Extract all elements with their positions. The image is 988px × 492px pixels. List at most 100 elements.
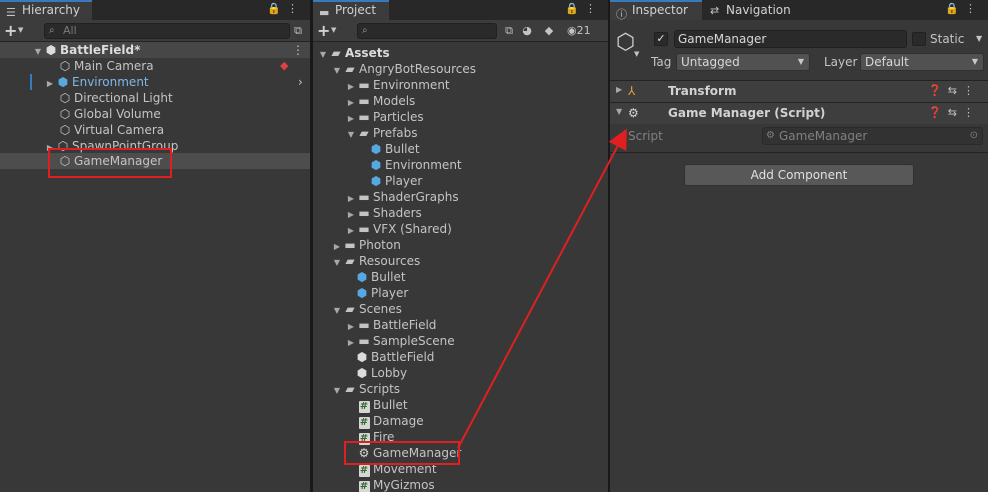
add-component-button[interactable]: Add Component: [684, 164, 914, 186]
tree-item-battlefield-folder[interactable]: ▶ ▬ BattleField: [345, 317, 437, 333]
tree-item-prefab-player[interactable]: ⬢ Player: [369, 173, 423, 189]
inspector-panel: ⓘ Inspector ⇄ Navigation 🔒⋮ ⬡ ▼ ✓ GameMa…: [610, 0, 988, 492]
tree-item-resource-player[interactable]: ⬢ Player: [355, 285, 409, 301]
hierarchy-item-environment[interactable]: ▶ ⬢ Environment: [44, 74, 149, 90]
tree-item-prefab-environment[interactable]: ⬢ Environment: [369, 157, 462, 173]
expand-arrow-icon[interactable]: ▶: [44, 76, 56, 92]
expand-arrow-icon[interactable]: ▼: [331, 383, 343, 399]
hierarchy-item-global-volume[interactable]: ⬡ Global Volume: [58, 106, 161, 122]
expand-arrow-icon[interactable]: ▼: [345, 127, 357, 143]
tree-item-scenes[interactable]: ▼ ▰ Scenes: [331, 301, 402, 317]
tree-item-samplescene[interactable]: ▶ ▬ SampleScene: [345, 333, 455, 349]
expand-arrow-icon[interactable]: ▼: [32, 44, 44, 60]
tree-item-shaders[interactable]: ▶ ▬ Shaders: [345, 205, 422, 221]
help-icon[interactable]: ❓: [928, 106, 948, 119]
tree-item-angrybotresources[interactable]: ▼ ▰ AngryBotResources: [331, 61, 476, 77]
script-label: Script: [628, 129, 663, 143]
prefab-override-bar: [30, 74, 32, 90]
tree-item-script-damage[interactable]: # Damage: [357, 413, 424, 429]
tab-project[interactable]: ▬ Project: [313, 0, 389, 20]
object-name-field[interactable]: GameManager: [674, 30, 907, 48]
expand-arrow-icon[interactable]: ▶: [616, 85, 622, 94]
prefab-icon: ⬢: [370, 174, 382, 188]
label-filter-icon[interactable]: ◆: [541, 23, 557, 39]
tree-item-script-bullet[interactable]: # Bullet: [357, 397, 408, 413]
tree-item-scripts[interactable]: ▼ ▰ Scripts: [331, 381, 400, 397]
project-tab-tools: 🔒⋮: [565, 2, 602, 15]
scene-more-icon[interactable]: ⋮: [292, 42, 304, 58]
more-icon[interactable]: ⋮: [965, 2, 982, 15]
tree-item-shadergraphs[interactable]: ▶ ▬ ShaderGraphs: [345, 189, 459, 205]
tree-item-prefabs[interactable]: ▼ ▰ Prefabs: [345, 125, 418, 141]
tree-item-prefab-bullet[interactable]: ⬢ Bullet: [369, 141, 420, 157]
chevron-down-icon[interactable]: ▼: [634, 50, 639, 58]
create-button[interactable]: +: [317, 21, 330, 40]
tree-item-models[interactable]: ▶ ▬ Models: [345, 93, 415, 109]
transform-component-header[interactable]: ▶ ⅄ Transform ❓⇆⋮: [610, 80, 988, 102]
gamemanager-component-header[interactable]: ▼ ⚙ Game Manager (Script) ❓⇆⋮: [610, 102, 988, 124]
layer-dropdown[interactable]: Default ▼: [860, 53, 984, 71]
project-toolbar: + ▼ ⌕ ⧉ ◕ ◆ ◉21: [313, 20, 608, 42]
search-filter-icon[interactable]: ⧉: [501, 23, 517, 39]
tag-dropdown[interactable]: Untagged ▼: [676, 53, 810, 71]
tree-item-resource-bullet[interactable]: ⬢ Bullet: [355, 269, 406, 285]
tree-item-resources[interactable]: ▼ ▰ Resources: [331, 253, 420, 269]
gameobject-icon: ⬡: [59, 59, 71, 73]
tree-item-particles[interactable]: ▶ ▬ Particles: [345, 109, 424, 125]
hierarchy-item-virtual-camera[interactable]: ⬡ Virtual Camera: [58, 122, 164, 138]
prefab-icon: ⬢: [356, 270, 368, 284]
tab-navigation[interactable]: ⇄ Navigation: [704, 0, 804, 20]
search-filter-icon[interactable]: ⧉: [290, 23, 306, 39]
create-button[interactable]: +: [4, 21, 17, 40]
hierarchy-item-main-camera[interactable]: ⬡ Main Camera: [58, 58, 154, 74]
hierarchy-search-input[interactable]: ⌕ All: [44, 23, 290, 39]
chevron-down-icon: ▼: [331, 26, 337, 34]
presets-icon[interactable]: ⇆: [948, 84, 963, 97]
tree-item-photon[interactable]: ▶ ▬ Photon: [331, 237, 401, 253]
tree-item-vfx-shared[interactable]: ▶ ▬ VFX (Shared): [345, 221, 452, 237]
expand-arrow-icon[interactable]: ▼: [331, 63, 343, 79]
expand-arrow-icon[interactable]: ▼: [331, 255, 343, 271]
script-object-field: ⚙ GameManager ⊙: [762, 127, 983, 145]
lock-icon[interactable]: 🔒: [565, 2, 585, 15]
inspector-tabbar: ⓘ Inspector ⇄ Navigation 🔒⋮: [610, 0, 988, 21]
search-icon: ⌕: [362, 25, 368, 36]
scene-row[interactable]: ▼ ⬢ BattleField*: [32, 42, 140, 58]
static-dropdown-icon[interactable]: ▼: [976, 34, 982, 43]
expand-arrow-icon[interactable]: ▼: [616, 107, 622, 116]
prefab-icon: ⬢: [370, 158, 382, 172]
active-checkbox[interactable]: ✓: [654, 32, 668, 46]
presets-icon[interactable]: ⇆: [948, 106, 963, 119]
tab-inspector[interactable]: ⓘ Inspector: [610, 0, 702, 21]
tree-item-battlefield-scene[interactable]: ⬢ BattleField: [355, 349, 435, 365]
hierarchy-item-directional-light[interactable]: ⬡ Directional Light: [58, 90, 173, 106]
divider: [610, 152, 988, 153]
help-icon[interactable]: ❓: [928, 84, 948, 97]
static-checkbox[interactable]: [912, 32, 926, 46]
folder-icon: ▬: [358, 334, 370, 348]
expand-arrow-icon[interactable]: ▼: [331, 303, 343, 319]
more-icon[interactable]: ⋮: [585, 2, 602, 15]
tree-item-script-mygizmos[interactable]: # MyGizmos: [357, 477, 435, 492]
type-filter-icon[interactable]: ◕: [519, 23, 535, 39]
more-icon[interactable]: ⋮: [287, 2, 304, 15]
hidden-packages-toggle[interactable]: ◉21: [567, 23, 605, 39]
hierarchy-tabbar: ☰ Hierarchy 🔒⋮: [0, 0, 310, 20]
tab-hierarchy[interactable]: ☰ Hierarchy: [0, 0, 92, 20]
tree-item-lobby-scene[interactable]: ⬢ Lobby: [355, 365, 407, 381]
navigation-icon: ⇄: [710, 4, 720, 17]
tree-item-assets[interactable]: ▼ ▰ Assets: [317, 45, 390, 61]
chevron-right-icon[interactable]: ›: [298, 74, 303, 90]
more-icon[interactable]: ⋮: [963, 84, 980, 97]
hierarchy-toolbar: + ▼ ⌕ All ⧉: [0, 20, 310, 42]
folder-icon: ▬: [358, 318, 370, 332]
more-icon[interactable]: ⋮: [963, 106, 980, 119]
project-search-input[interactable]: ⌕: [357, 23, 497, 39]
expand-arrow-icon[interactable]: ▼: [317, 47, 329, 63]
lock-icon[interactable]: 🔒: [945, 2, 965, 15]
object-picker-icon[interactable]: ⊙: [970, 128, 978, 144]
info-icon: ⓘ: [616, 8, 627, 21]
unity-scene-icon: ⬢: [45, 43, 57, 57]
lock-icon[interactable]: 🔒: [267, 2, 287, 15]
tree-item-environment-folder[interactable]: ▶ ▬ Environment: [345, 77, 450, 93]
